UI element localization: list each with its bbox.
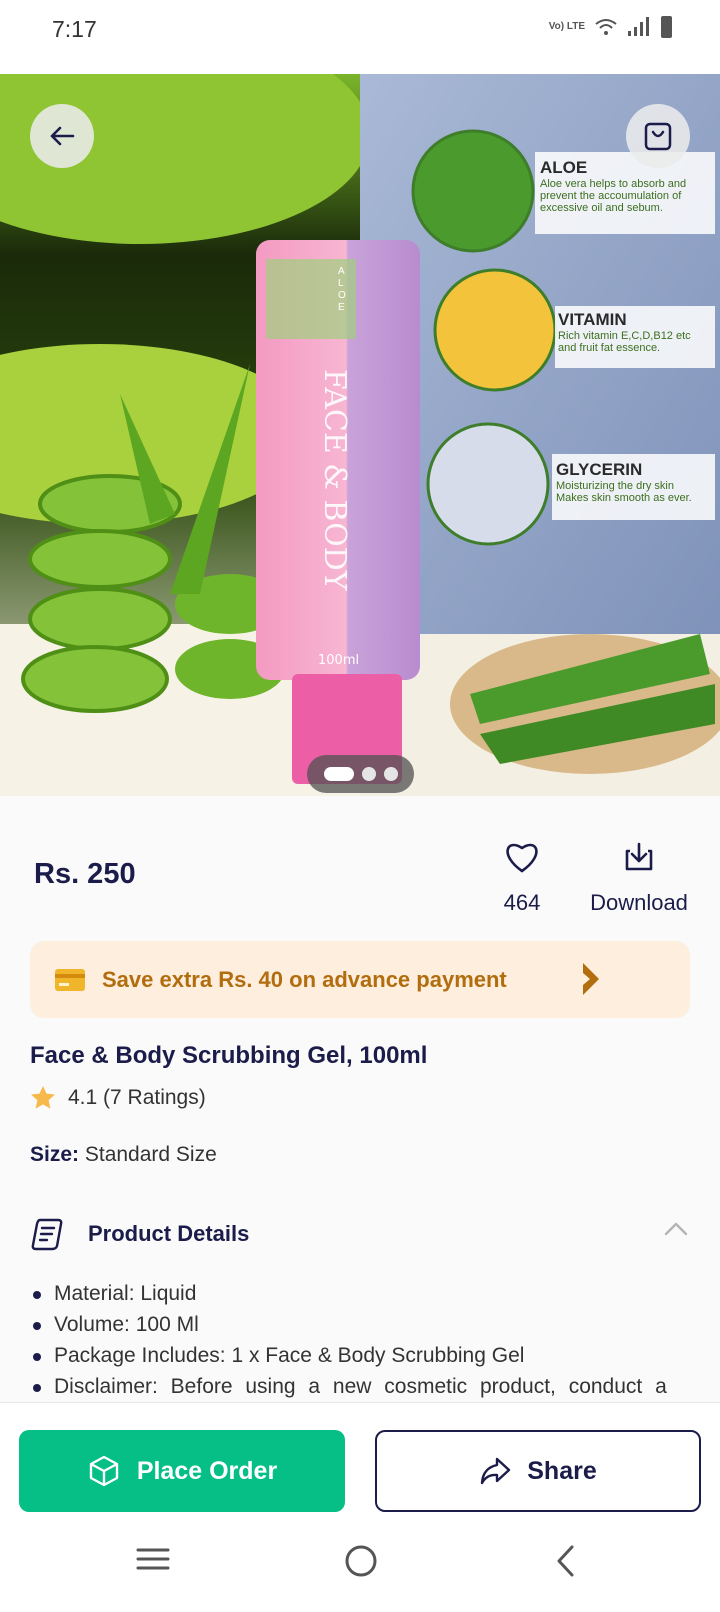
card-icon [55,968,85,991]
back-arrow-icon [50,126,75,146]
place-order-label: Place Order [136,1456,278,1485]
menu-icon[interactable] [135,1544,171,1574]
carousel-dot-3[interactable] [383,767,398,781]
share-button[interactable]: Share [375,1430,701,1512]
system-nav-bar [0,1522,720,1612]
list-item: Disclaimer: Before using a new cosmetic … [30,1371,690,1402]
carousel-dot-2[interactable] [361,767,376,781]
product-size: Size: Standard Size [30,1143,217,1167]
svg-text:FACE & BODY: FACE & BODY [317,369,352,592]
bottom-action-bar: Place Order Share [0,1402,720,1522]
size-value: Standard Size [84,1143,217,1166]
product-image-carousel[interactable]: FACE & BODY 100ml ALOE Aloe vera helps t… [0,74,720,796]
home-circle-icon[interactable] [344,1544,378,1578]
rating-text: 4.1 (7 Ratings) [68,1085,206,1109]
glycerin-title: GLYCERIN [556,460,643,479]
cart-button[interactable] [626,104,690,168]
list-item: Package Includes: 1 x Face & Body Scrubb… [30,1340,690,1371]
box-icon [89,1455,119,1487]
product-rating[interactable]: 4.1 (7 Ratings) [30,1085,206,1110]
product-details-header[interactable]: Product Details [30,1212,690,1256]
wishlist-button[interactable]: 464 [488,840,556,916]
product-price: Rs. 250 [34,858,136,890]
carousel-indicator[interactable] [307,755,414,793]
shopping-bag-icon [644,122,672,151]
glycerin-info-label: GLYCERIN Moisturizing the dry skin Makes… [556,460,692,504]
chevron-right-icon [583,963,599,995]
chevron-up-icon[interactable] [662,1220,690,1238]
wishlist-count: 464 [503,890,541,915]
product-details-icon [31,1218,63,1251]
list-item: Material: Liquid [30,1278,690,1309]
svg-text:100ml: 100ml [318,653,359,668]
place-order-button[interactable]: Place Order [19,1430,345,1512]
glycerin-desc-1: Moisturizing the dry skin [556,480,674,492]
product-details-title: Product Details [88,1221,250,1246]
battery-icon [661,16,672,38]
wifi-icon [595,19,617,35]
share-label: Share [527,1456,597,1485]
download-icon [625,842,653,871]
vitamin-desc-2: and fruit fat essence. [558,342,661,354]
aloe-desc-1: Aloe vera helps to absorb and [540,178,687,190]
tube-brand-label: ALOE [338,266,346,313]
vitamin-title: VITAMIN [558,310,627,329]
product-details-list: Material: Liquid Volume: 100 Ml Package … [30,1278,690,1402]
back-button[interactable] [30,104,94,168]
product-title: Face & Body Scrubbing Gel, 100ml [30,1042,428,1069]
carousel-dot-1[interactable] [323,767,354,781]
status-time: 7:17 [52,16,97,42]
signal-icon [628,17,649,36]
download-button[interactable]: Download [580,840,698,916]
status-bar: 7:17 Vo) LTE [0,0,720,74]
back-chevron-icon[interactable] [554,1544,578,1578]
aloe-desc-3: excessive oil and sebum. [540,202,663,214]
vitamin-desc-1: Rich vitamin E,C,D,B12 etc [558,330,691,342]
heart-icon [506,843,538,873]
aloe-desc-2: prevent the accoumulation of [540,190,682,202]
status-icons: Vo) LTE [549,16,672,38]
glycerin-desc-2: Makes skin smooth as ever. [556,492,692,504]
list-item: Volume: 100 Ml [30,1309,690,1340]
share-arrow-icon [481,1457,511,1485]
size-label: Size: [30,1143,80,1166]
star-icon [31,1086,55,1109]
volte-indicator: Vo) LTE [548,21,585,32]
promo-text: Save extra Rs. 40 on advance payment [102,966,507,992]
advance-payment-banner[interactable]: Save extra Rs. 40 on advance payment [30,941,690,1018]
download-label: Download [590,890,688,915]
vitamin-info-label: VITAMIN Rich vitamin E,C,D,B12 etc and f… [558,310,691,354]
